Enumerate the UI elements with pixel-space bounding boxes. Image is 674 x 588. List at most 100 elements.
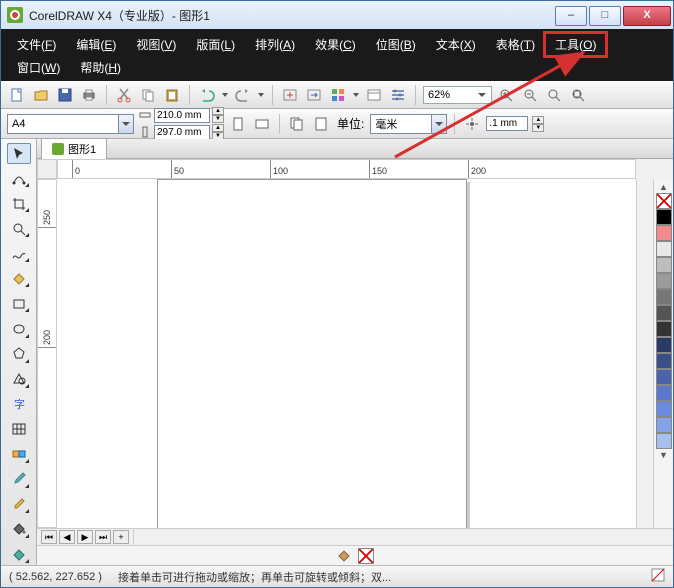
color-swatch[interactable] <box>656 369 672 385</box>
undo-button[interactable] <box>197 85 217 105</box>
color-swatch[interactable] <box>656 257 672 273</box>
add-page-button[interactable]: + <box>113 530 129 544</box>
rectangle-tool[interactable] <box>7 293 31 314</box>
eyedropper-tool[interactable] <box>7 469 31 490</box>
unit-combo[interactable] <box>370 114 447 134</box>
menu-帮助[interactable]: 帮助(H) <box>70 56 131 79</box>
menu-窗口[interactable]: 窗口(W) <box>7 56 70 79</box>
outline-tool[interactable] <box>7 494 31 515</box>
welcome-button[interactable] <box>364 85 384 105</box>
export-button[interactable] <box>304 85 324 105</box>
zoom-out-button[interactable] <box>520 85 540 105</box>
horizontal-scrollbar[interactable] <box>133 529 673 545</box>
color-swatch[interactable] <box>656 289 672 305</box>
crop-tool[interactable] <box>7 193 31 214</box>
options-button[interactable] <box>388 85 408 105</box>
menu-版面[interactable]: 版面(L) <box>186 33 245 56</box>
redo-button[interactable] <box>233 85 253 105</box>
unit-input[interactable] <box>371 116 431 132</box>
menu-文本[interactable]: 文本(X) <box>426 33 486 56</box>
portrait-button[interactable] <box>228 114 248 134</box>
palette-up-button[interactable]: ▲ <box>656 181 672 193</box>
color-swatch[interactable] <box>656 225 672 241</box>
ruler-origin[interactable] <box>37 159 57 179</box>
color-swatch[interactable] <box>656 401 672 417</box>
vertical-scrollbar[interactable] <box>636 179 653 528</box>
zoom-tool[interactable] <box>7 218 31 239</box>
save-button[interactable] <box>55 85 75 105</box>
nudge-input[interactable] <box>486 116 528 131</box>
redo-history-dropdown[interactable] <box>257 85 265 105</box>
copy-button[interactable] <box>138 85 158 105</box>
zoom-page-button[interactable] <box>544 85 564 105</box>
page-width-spinner[interactable]: ▲▼ <box>212 107 224 123</box>
basic-shapes-tool[interactable] <box>7 369 31 390</box>
undo-history-dropdown[interactable] <box>221 85 229 105</box>
menu-编辑[interactable]: 编辑(E) <box>66 33 126 56</box>
zoom-fit-button[interactable] <box>568 85 588 105</box>
close-button[interactable]: X <box>623 6 671 26</box>
color-swatch[interactable] <box>656 209 672 225</box>
print-button[interactable] <box>79 85 99 105</box>
apply-all-pages-button[interactable] <box>287 114 307 134</box>
minimize-button[interactable]: – <box>555 6 587 26</box>
prev-page-button[interactable]: ◀ <box>59 530 75 544</box>
vertical-ruler[interactable]: 250200 <box>37 179 57 528</box>
outline-swatch[interactable] <box>358 548 374 564</box>
new-button[interactable] <box>7 85 27 105</box>
color-swatch[interactable] <box>656 385 672 401</box>
paper-size-input[interactable] <box>8 116 118 132</box>
color-swatch[interactable] <box>656 273 672 289</box>
document-tab[interactable]: 图形1 <box>41 138 107 159</box>
apply-current-page-button[interactable] <box>311 114 331 134</box>
color-swatch[interactable] <box>656 305 672 321</box>
first-page-button[interactable]: ⏮ <box>41 530 57 544</box>
polygon-tool[interactable] <box>7 344 31 365</box>
fill-tool[interactable] <box>7 519 31 540</box>
color-swatch[interactable] <box>656 241 672 257</box>
menu-文件[interactable]: 文件(F) <box>7 33 66 56</box>
app-launcher-button[interactable] <box>328 85 348 105</box>
no-color-swatch[interactable] <box>656 193 672 209</box>
menu-表格[interactable]: 表格(T) <box>486 33 545 56</box>
color-swatch[interactable] <box>656 433 672 449</box>
menu-效果[interactable]: 效果(C) <box>305 33 366 56</box>
menu-工具[interactable]: 工具(O) <box>545 33 606 56</box>
interactive-tool[interactable] <box>7 444 31 465</box>
shape-tool[interactable] <box>7 168 31 189</box>
fill-swatch-icon[interactable] <box>336 548 352 564</box>
menu-位图[interactable]: 位图(B) <box>366 33 426 56</box>
text-tool[interactable]: 字 <box>7 394 31 415</box>
page-height-spinner[interactable]: ▲▼ <box>212 124 224 140</box>
zoom-input[interactable] <box>426 87 474 103</box>
app-launcher-dropdown[interactable] <box>352 85 360 105</box>
color-swatch[interactable] <box>656 353 672 369</box>
freehand-tool[interactable] <box>7 243 31 264</box>
color-swatch[interactable] <box>656 337 672 353</box>
next-page-button[interactable]: ▶ <box>77 530 93 544</box>
zoom-combo[interactable] <box>423 86 492 104</box>
nudge-spinner[interactable]: ▲▼ <box>532 116 544 132</box>
maximize-button[interactable]: □ <box>589 6 621 26</box>
color-swatch[interactable] <box>656 417 672 433</box>
horizontal-ruler[interactable]: 050100150200 <box>57 159 636 179</box>
landscape-button[interactable] <box>252 114 272 134</box>
color-swatch[interactable] <box>656 321 672 337</box>
interactive-fill-tool[interactable] <box>7 544 31 565</box>
menu-排列[interactable]: 排列(A) <box>245 33 305 56</box>
menu-视图[interactable]: 视图(V) <box>126 33 186 56</box>
palette-down-button[interactable]: ▼ <box>656 449 672 461</box>
paper-size-combo[interactable] <box>7 114 134 134</box>
smart-fill-tool[interactable] <box>7 268 31 289</box>
drawing-canvas[interactable] <box>57 179 636 528</box>
open-button[interactable] <box>31 85 51 105</box>
last-page-button[interactable]: ⏭ <box>95 530 111 544</box>
cut-button[interactable] <box>114 85 134 105</box>
pick-tool[interactable] <box>7 143 31 164</box>
ellipse-tool[interactable] <box>7 318 31 339</box>
import-button[interactable] <box>280 85 300 105</box>
paste-button[interactable] <box>162 85 182 105</box>
page-height-input[interactable] <box>154 125 210 140</box>
zoom-in-button[interactable] <box>496 85 516 105</box>
table-tool[interactable] <box>7 419 31 440</box>
